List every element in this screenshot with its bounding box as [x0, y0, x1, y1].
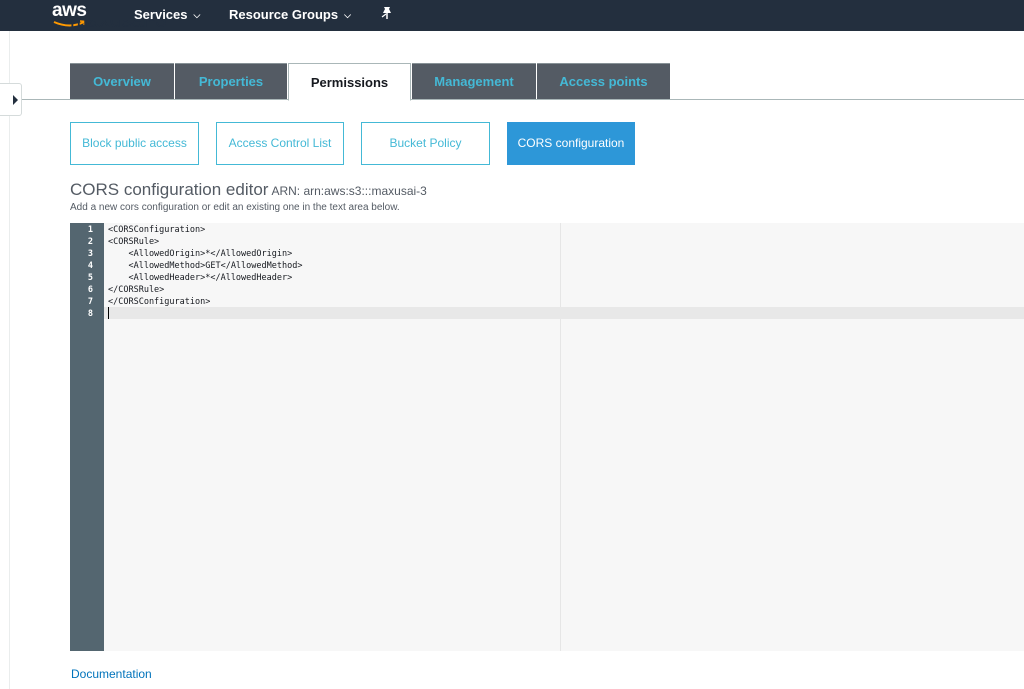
subtab-block-public-access[interactable]: Block public access: [70, 122, 199, 165]
line-number: 8: [87, 309, 93, 319]
editor-heading: CORS configuration editor ARN: arn:aws:s3…: [70, 180, 427, 200]
tab-management[interactable]: Management: [412, 63, 536, 99]
print-margin-line: [560, 223, 561, 651]
logo-text: aws: [52, 0, 87, 21]
subtab-cors-configuration[interactable]: CORS configuration: [507, 122, 635, 165]
subtab-bucket-policy[interactable]: Bucket Policy: [361, 122, 490, 165]
resource-groups-label: Resource Groups: [229, 7, 339, 22]
caret-right-icon: [13, 95, 18, 105]
active-line-highlight: [104, 307, 1024, 319]
code-line: <CORSConfiguration>: [108, 225, 206, 235]
line-number: 7: [87, 297, 93, 307]
cors-code-editor[interactable]: 1 2 3 4 5 6 7 8 <CORSConfiguration> <COR…: [70, 223, 1024, 651]
chevron-down-icon: ⌵: [193, 10, 201, 20]
resource-groups-menu[interactable]: Resource Groups ⌵: [229, 7, 351, 22]
line-number: 2: [87, 237, 93, 247]
pin-icon[interactable]: [381, 6, 393, 20]
line-number: 5: [87, 273, 93, 283]
tab-access-points[interactable]: Access points: [537, 63, 670, 99]
line-number: 4: [87, 261, 93, 271]
tabs-divider: [22, 99, 1024, 100]
sidebar-border: [9, 31, 10, 689]
code-line: </CORSConfiguration>: [108, 297, 211, 307]
bucket-arn: ARN: arn:aws:s3:::maxusai-3: [271, 184, 427, 198]
code-line: <AllowedHeader>*</AllowedHeader>: [108, 273, 293, 283]
line-number: 6: [87, 285, 93, 295]
tab-properties[interactable]: Properties: [175, 63, 287, 99]
text-cursor: [108, 307, 109, 319]
tab-permissions[interactable]: Permissions: [288, 63, 411, 101]
bucket-name: maxusai-3: [70, 20, 167, 32]
documentation-link[interactable]: Documentation: [71, 667, 152, 681]
editor-title: CORS configuration editor: [70, 180, 269, 199]
line-number-gutter: 1 2 3 4 5 6 7 8: [70, 223, 104, 651]
code-line: </CORSRule>: [108, 285, 165, 295]
line-number: 1: [87, 225, 93, 235]
subtab-access-control-list[interactable]: Access Control List: [216, 122, 344, 165]
bucket-title: maxusai-3: [70, 20, 167, 34]
code-line: <AllowedMethod>GET</AllowedMethod>: [108, 261, 303, 271]
sidebar-toggle[interactable]: [0, 83, 22, 116]
code-line: <AllowedOrigin>*</AllowedOrigin>: [108, 249, 293, 259]
editor-subtitle: Add a new cors configuration or edit an …: [70, 202, 400, 213]
chevron-down-icon: ⌵: [344, 10, 351, 20]
tab-overview[interactable]: Overview: [70, 63, 174, 99]
line-number: 3: [87, 249, 93, 259]
code-line: <CORSRule>: [108, 237, 160, 247]
